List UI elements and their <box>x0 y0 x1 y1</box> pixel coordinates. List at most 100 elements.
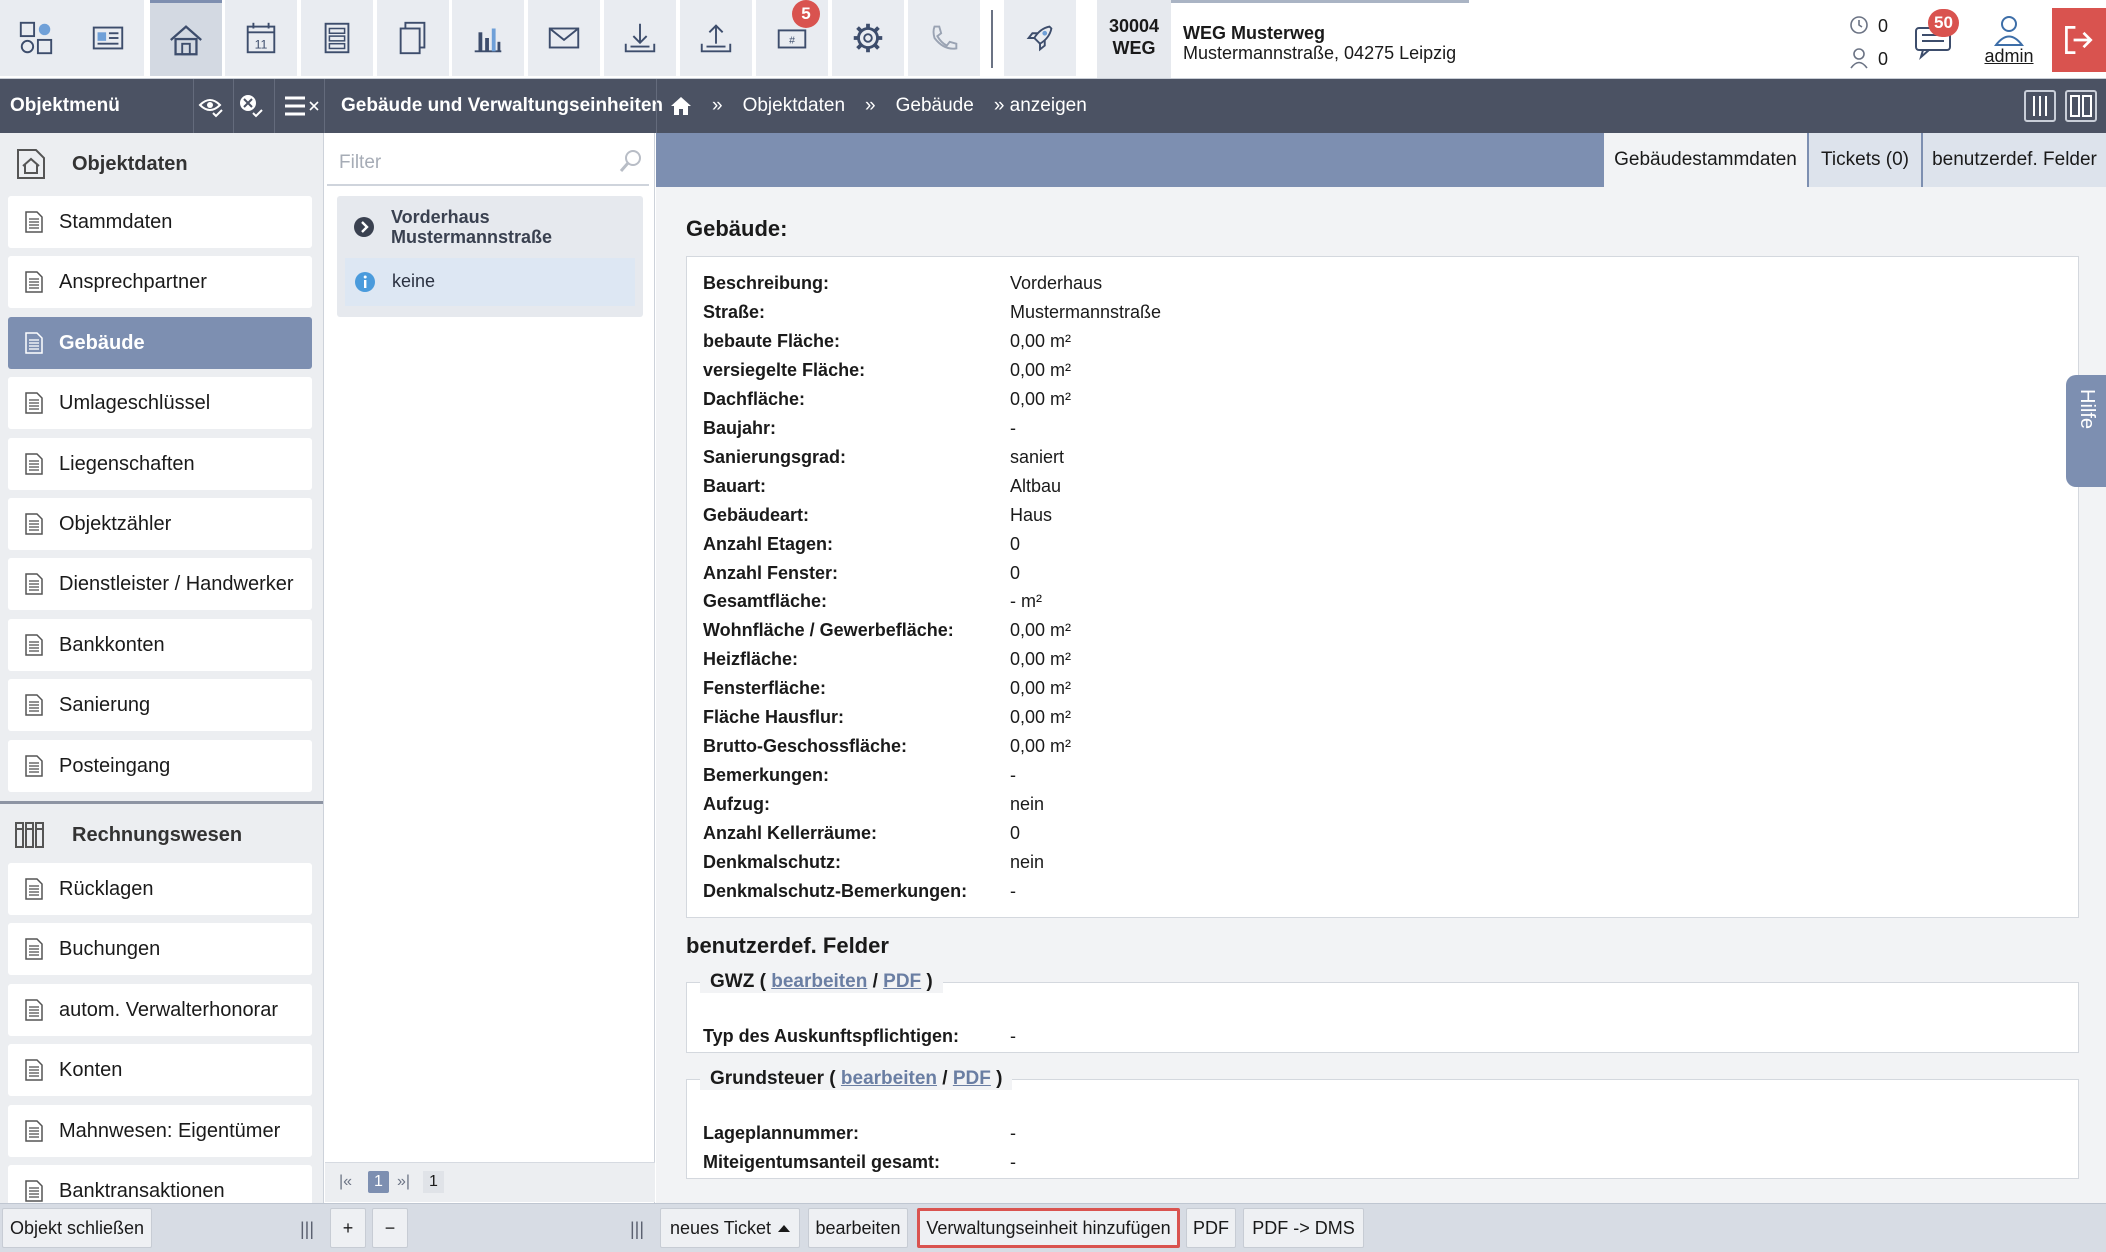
field-value: - m² <box>1010 591 1042 612</box>
sidebar-item[interactable]: Sanierung <box>8 679 312 732</box>
tab-gebaeudestammdaten[interactable]: Gebäudestammdaten <box>1604 133 1807 187</box>
layout-full-button[interactable] <box>2065 90 2097 122</box>
toolbar-form-button[interactable] <box>301 0 373 76</box>
person-clock-icon[interactable] <box>1849 47 1869 69</box>
document-icon <box>24 271 44 294</box>
sidebar-item[interactable]: Ansprechpartner <box>8 256 312 309</box>
sidebar-item[interactable]: Umlageschlüssel <box>8 377 312 430</box>
pager-first[interactable]: |« <box>339 1173 352 1191</box>
sidebar-item[interactable]: autom. Verwalterhonorar <box>8 983 312 1036</box>
remove-button[interactable]: − <box>372 1208 408 1248</box>
group-pdf-link[interactable]: PDF <box>883 971 921 992</box>
document-icon <box>24 999 44 1021</box>
section-label: Rechnungswesen <box>72 824 243 846</box>
toolbar-calendar-button[interactable]: 11 <box>225 0 297 76</box>
sidebar-item-label: Konten <box>59 1059 123 1082</box>
new-ticket-button[interactable]: neues Ticket <box>660 1208 800 1248</box>
sidebar-item[interactable]: Bankkonten <box>8 618 312 671</box>
edit-button[interactable]: bearbeiten <box>808 1208 908 1248</box>
field-value: Vorderhaus <box>1010 273 1103 293</box>
tab-custom-fields[interactable]: benutzerdef. Felder <box>1923 133 2106 187</box>
tab-tickets[interactable]: Tickets (0) <box>1809 133 1921 187</box>
resize-handle[interactable]: ||| <box>300 1219 314 1240</box>
object-title: WEG Musterweg <box>1183 23 1326 43</box>
document-icon <box>24 332 44 354</box>
header-bar: Objektmenü Gebäude und Verwaltungseinhei… <box>0 79 2106 133</box>
menu-toggle-button[interactable] <box>283 93 319 119</box>
document-icon <box>24 452 44 475</box>
sidebar-item[interactable]: Buchungen <box>8 923 312 976</box>
sidebar-item-label: Dienstleister / Handwerker <box>59 573 294 596</box>
breadcrumb-objektdaten[interactable]: Objektdaten <box>743 95 845 117</box>
field-label: Anzahl Kellerräume: <box>703 823 878 844</box>
field-value: - <box>1010 1152 1016 1172</box>
sidebar-item[interactable]: Konten <box>8 1044 312 1097</box>
documents-icon <box>399 21 426 55</box>
toolbar-download-button[interactable] <box>604 0 676 76</box>
add-button[interactable]: + <box>330 1208 366 1248</box>
filter-input[interactable]: Filter <box>327 138 649 186</box>
group-pdf-link[interactable]: PDF <box>953 1068 991 1089</box>
document-icon <box>24 694 44 716</box>
group-edit-link[interactable]: bearbeiten <box>841 1068 937 1089</box>
pager-last[interactable]: »| <box>397 1173 410 1191</box>
sidebar-item[interactable]: Objektzähler <box>8 498 312 550</box>
sidebar-item[interactable]: Dienstleister / Handwerker <box>8 558 312 611</box>
tree-item-unit[interactable]: keine <box>345 258 635 306</box>
section-objektdaten[interactable]: Objektdaten <box>0 133 323 195</box>
group-edit-link[interactable]: bearbeiten <box>771 971 867 992</box>
sidebar-item-label: Buchungen <box>59 938 161 961</box>
sidebar-item[interactable]: Stammdaten <box>8 196 312 248</box>
help-tab[interactable]: Hilfe <box>2066 375 2106 487</box>
toolbar-upload-button[interactable] <box>680 0 752 76</box>
sidebar-item[interactable]: Rücklagen <box>8 863 312 915</box>
toolbar-documents-button[interactable] <box>377 0 449 76</box>
document-icon <box>24 634 44 656</box>
layout-two-column-button[interactable] <box>2024 90 2056 122</box>
close-object-button[interactable]: Objekt schließen <box>2 1208 152 1248</box>
building-section-title: Gebäude: <box>686 216 788 241</box>
search-icon[interactable] <box>618 148 644 174</box>
user-name[interactable]: admin <box>1974 46 2044 67</box>
toolbar-contacts-button[interactable] <box>72 0 144 76</box>
toolbar-quickstart-button[interactable] <box>1004 0 1076 76</box>
sidebar-item[interactable]: Mahnwesen: Eigentümer <box>8 1104 312 1157</box>
new-ticket-label: neues Ticket <box>669 1217 772 1238</box>
sidebar-item[interactable]: Banktransaktionen <box>8 1165 312 1203</box>
sidebar-item[interactable]: Gebäude <box>8 316 312 369</box>
sidebar-item-label: Liegenschaften <box>59 452 195 475</box>
custom-fields-title: benutzerdef. Felder <box>686 933 889 958</box>
sidebar-item[interactable]: Liegenschaften <box>8 437 312 490</box>
user-menu[interactable]: admin <box>1974 14 2044 67</box>
page-title: Gebäude und Verwaltungseinheiten <box>341 95 663 116</box>
logout-button[interactable] <box>2052 8 2106 72</box>
toolbar-statistics-button[interactable] <box>452 0 524 76</box>
close-all-button[interactable] <box>238 93 264 119</box>
pdf-to-dms-button[interactable]: PDF -> DMS <box>1243 1208 1364 1248</box>
columns-icon <box>2033 96 2047 116</box>
toolbar-tickets-button[interactable]: # 5 <box>756 0 828 76</box>
home-icon[interactable] <box>670 96 692 116</box>
toolbar-settings-button[interactable] <box>832 0 904 76</box>
sidebar-item[interactable]: Posteingang <box>8 739 312 792</box>
tree-item-building[interactable]: Vorderhaus Mustermannstraße <box>337 200 643 256</box>
top-toolbar: 11 # 5 30004 WEG WEG Musterweg Musterman… <box>0 0 2106 79</box>
add-unit-button[interactable]: Verwaltungseinheit hinzufügen <box>917 1208 1180 1248</box>
field-label: Dachfläche: <box>703 388 806 409</box>
breadcrumb-gebaeude[interactable]: Gebäude <box>896 95 974 117</box>
field-value: 0,00 m² <box>1010 359 1072 380</box>
reminder-clock-icon[interactable] <box>1849 14 1869 36</box>
toolbar-dashboard-button[interactable] <box>0 0 72 76</box>
pager-current[interactable]: 1 <box>368 1171 389 1193</box>
building-details-box: Beschreibung: Vorderhaus Straße: Mustermann… <box>686 256 2079 918</box>
section-rechnungswesen[interactable]: Rechnungswesen <box>0 804 323 866</box>
toolbar-phone-button[interactable] <box>908 0 980 76</box>
field-value: 0,00 m² <box>1010 620 1072 641</box>
house-document-icon <box>17 149 45 179</box>
toggle-visibility-button[interactable] <box>198 93 224 119</box>
toolbar-mail-button[interactable] <box>528 0 600 76</box>
sidebar-item-label: Bankkonten <box>59 633 165 656</box>
toolbar-home-button[interactable] <box>150 0 222 76</box>
resize-handle[interactable]: ||| <box>630 1219 644 1240</box>
pdf-button[interactable]: PDF <box>1186 1208 1236 1248</box>
